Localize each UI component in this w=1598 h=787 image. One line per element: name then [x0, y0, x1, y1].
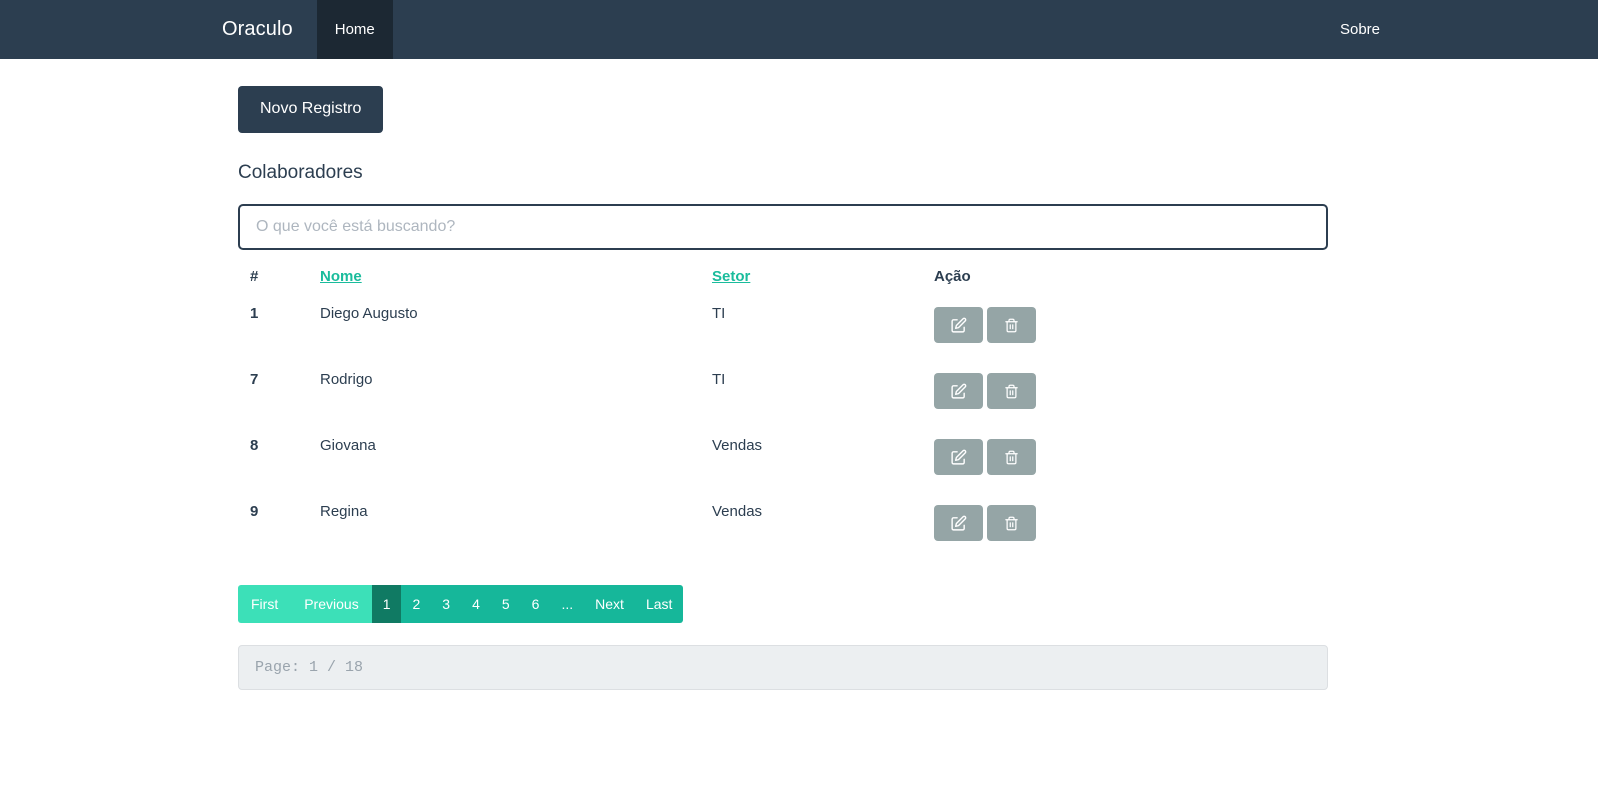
edit-icon [950, 515, 967, 532]
sort-link-sector[interactable]: Setor [712, 268, 750, 285]
cell-name: Regina [320, 503, 368, 520]
pagination-next[interactable]: Next [584, 585, 635, 623]
brand-logo[interactable]: Oraculo [222, 0, 317, 59]
sort-link-name[interactable]: Nome [320, 268, 362, 285]
table-row: 8 Giovana Vendas [238, 425, 1328, 491]
cell-name: Giovana [320, 437, 376, 454]
table-row: 7 Rodrigo TI [238, 359, 1328, 425]
collaborators-table: # Nome Setor Ação 1 Diego Augusto TI 7 R… [238, 264, 1328, 557]
pagination-page-4[interactable]: 4 [461, 585, 491, 623]
delete-button[interactable] [987, 373, 1036, 409]
column-header-sector: Setor [712, 264, 934, 293]
cell-sector: Vendas [712, 503, 763, 520]
edit-button[interactable] [934, 505, 983, 541]
row-action-group [934, 437, 1328, 475]
row-action-group [934, 503, 1328, 541]
table-row: 1 Diego Augusto TI [238, 293, 1328, 359]
content-container: Novo Registro Colaboradores # Nome Setor… [238, 86, 1328, 690]
cell-sector: Vendas [712, 437, 763, 454]
cell-actions [934, 425, 1328, 491]
edit-button[interactable] [934, 307, 983, 343]
column-header-name: Nome [320, 264, 712, 293]
pagination-page-3[interactable]: 3 [431, 585, 462, 623]
cell-id: 9 [250, 503, 259, 520]
nav-item-sobre[interactable]: Sobre [1322, 0, 1398, 59]
table-head: # Nome Setor Ação [238, 264, 1328, 293]
cell-id: 1 [250, 305, 259, 322]
trash-icon [1004, 317, 1019, 334]
search-input[interactable] [238, 204, 1328, 250]
page-title: Colaboradores [238, 162, 363, 183]
delete-button[interactable] [987, 439, 1036, 475]
edit-button[interactable] [934, 439, 983, 475]
pagination-page-2[interactable]: 2 [401, 585, 432, 623]
column-header-id: # [250, 268, 259, 285]
new-record-button[interactable]: Novo Registro [238, 86, 384, 133]
cell-name: Diego Augusto [320, 305, 418, 322]
pagination-previous[interactable]: Previous [291, 585, 372, 623]
delete-button[interactable] [987, 307, 1036, 343]
edit-button[interactable] [934, 373, 983, 409]
pagination-page-6[interactable]: 6 [520, 585, 551, 623]
cell-sector: TI [712, 371, 726, 388]
table-body: 1 Diego Augusto TI 7 Rodrigo TI 8 Giovan… [238, 293, 1328, 557]
edit-icon [950, 317, 967, 334]
trash-icon [1004, 449, 1019, 466]
delete-button[interactable] [987, 505, 1036, 541]
page-info-bar: Page: 1 / 18 [238, 645, 1328, 690]
pagination-last[interactable]: Last [634, 585, 684, 623]
table-header-row: # Nome Setor Ação [238, 264, 1328, 293]
cell-actions [934, 491, 1328, 557]
edit-icon [950, 383, 967, 400]
row-action-group [934, 305, 1328, 343]
cell-actions [934, 359, 1328, 425]
edit-icon [950, 449, 967, 466]
navbar-left: Oraculo Home [222, 0, 393, 59]
row-action-group [934, 371, 1328, 409]
pagination-page-5[interactable]: 5 [490, 585, 521, 623]
page-body: Novo Registro Colaboradores # Nome Setor… [0, 59, 1598, 690]
cell-id: 7 [250, 371, 259, 388]
trash-icon [1004, 383, 1019, 400]
pagination: First Previous 1 2 3 4 5 6 ... Next Last [238, 585, 684, 623]
nav-item-home[interactable]: Home [316, 0, 393, 59]
trash-icon [1004, 515, 1019, 532]
pagination-page-1[interactable]: 1 [371, 585, 402, 623]
table-row: 9 Regina Vendas [238, 491, 1328, 557]
navbar: Oraculo Home Sobre [0, 0, 1598, 59]
navbar-right: Sobre [1322, 0, 1398, 59]
cell-id: 8 [250, 437, 259, 454]
pagination-first[interactable]: First [238, 585, 292, 623]
column-header-action: Ação [934, 268, 971, 285]
cell-name: Rodrigo [320, 371, 373, 388]
cell-sector: TI [712, 305, 726, 322]
pagination-ellipsis: ... [550, 585, 585, 623]
cell-actions [934, 293, 1328, 359]
